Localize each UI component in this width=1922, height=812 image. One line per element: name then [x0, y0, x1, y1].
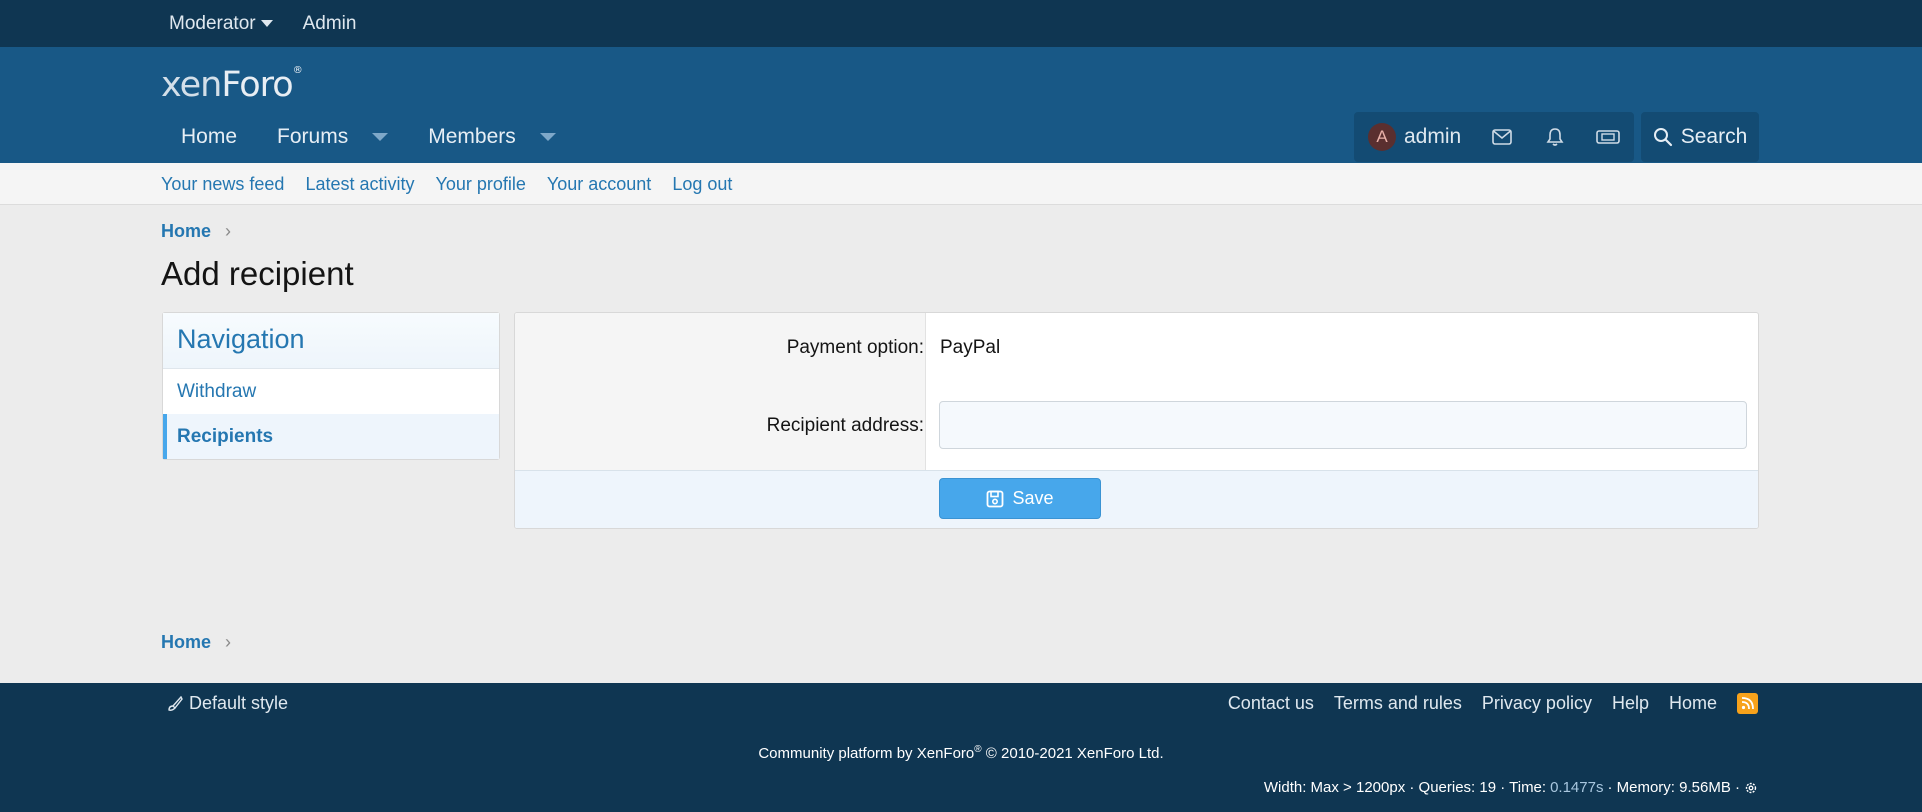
site-footer: Default style Contact us Terms and rules…: [0, 683, 1922, 812]
paintbrush-icon: [168, 695, 183, 711]
sub-nav: Your news feed Latest activity Your prof…: [0, 163, 1922, 205]
nav-item-withdraw[interactable]: Withdraw: [163, 369, 499, 414]
form-submit-row: Save: [515, 470, 1758, 528]
subnav-news-feed[interactable]: Your news feed: [161, 174, 284, 195]
nav-item-recipients[interactable]: Recipients: [163, 414, 499, 459]
footer-home[interactable]: Home: [1669, 693, 1717, 714]
primary-nav: Home Forums Members: [161, 111, 576, 163]
subnav-your-profile[interactable]: Your profile: [435, 174, 525, 195]
subnav-latest-activity[interactable]: Latest activity: [305, 174, 414, 195]
search-icon: [1653, 128, 1672, 147]
xenforo-logo[interactable]: xenForo®: [161, 65, 303, 105]
avatar: A: [1368, 123, 1396, 151]
staff-bar: Moderator Admin: [0, 0, 1922, 47]
rss-icon[interactable]: [1737, 693, 1758, 714]
admin-link[interactable]: Admin: [295, 13, 365, 35]
chevron-right-icon: ›: [225, 632, 232, 652]
search-label: Search: [1680, 125, 1748, 148]
subnav-your-account[interactable]: Your account: [547, 174, 651, 195]
admin-label: Admin: [302, 12, 357, 34]
moderator-menu[interactable]: Moderator: [161, 13, 281, 35]
chevron-down-icon[interactable]: [372, 133, 389, 141]
footer-privacy[interactable]: Privacy policy: [1482, 693, 1592, 714]
copyright: Community platform by XenForo® © 2010-20…: [758, 744, 1164, 762]
visitor-tabs: A admin: [1354, 112, 1635, 162]
tab-forums[interactable]: Forums: [257, 111, 408, 163]
save-button[interactable]: Save: [939, 478, 1101, 519]
envelope-icon: [1491, 129, 1512, 145]
ticket-icon: [1595, 130, 1620, 144]
add-recipient-form: Payment option: PayPal Recipient address…: [514, 312, 1759, 529]
style-label: Default style: [189, 693, 289, 713]
username: admin: [1404, 125, 1462, 148]
chevron-right-icon: ›: [225, 221, 232, 241]
footer-links: Contact us Terms and rules Privacy polic…: [1228, 693, 1758, 714]
payment-option-value: PayPal: [940, 337, 1001, 358]
search-button[interactable]: Search: [1641, 112, 1759, 162]
footer-help[interactable]: Help: [1612, 693, 1649, 714]
caret-down-icon: [260, 20, 273, 27]
style-chooser[interactable]: Default style: [167, 693, 288, 714]
bookmarks-button[interactable]: [1581, 112, 1634, 162]
bell-icon: [1546, 128, 1564, 146]
moderator-label: Moderator: [169, 12, 256, 34]
gear-icon[interactable]: [1744, 781, 1758, 795]
page-title: Add recipient: [161, 255, 354, 292]
recipient-address-label: Recipient address:: [766, 415, 924, 436]
tab-home[interactable]: Home: [161, 111, 257, 163]
chevron-down-icon[interactable]: [539, 133, 556, 141]
navigation-title: Navigation: [163, 313, 499, 369]
breadcrumb-home[interactable]: Home: [161, 221, 211, 242]
subnav-log-out[interactable]: Log out: [672, 174, 732, 195]
conversations-button[interactable]: [1475, 112, 1528, 162]
save-icon: [987, 490, 1004, 507]
save-label: Save: [1012, 488, 1054, 508]
alerts-button[interactable]: [1528, 112, 1581, 162]
breadcrumb-home[interactable]: Home: [161, 632, 211, 653]
footer-contact-us[interactable]: Contact us: [1228, 693, 1314, 714]
debug-output: Width: Max > 1200px · Queries: 19 · Time…: [1264, 779, 1758, 796]
recipient-address-input[interactable]: [939, 401, 1747, 449]
footer-terms[interactable]: Terms and rules: [1334, 693, 1462, 714]
payment-option-label: Payment option:: [786, 337, 924, 358]
tab-members[interactable]: Members: [408, 111, 576, 163]
breadcrumb: Home ›: [161, 221, 231, 242]
account-button[interactable]: A admin: [1354, 112, 1475, 162]
breadcrumb-bottom: Home ›: [161, 632, 231, 653]
navigation-block: Navigation Withdraw Recipients: [162, 312, 500, 460]
